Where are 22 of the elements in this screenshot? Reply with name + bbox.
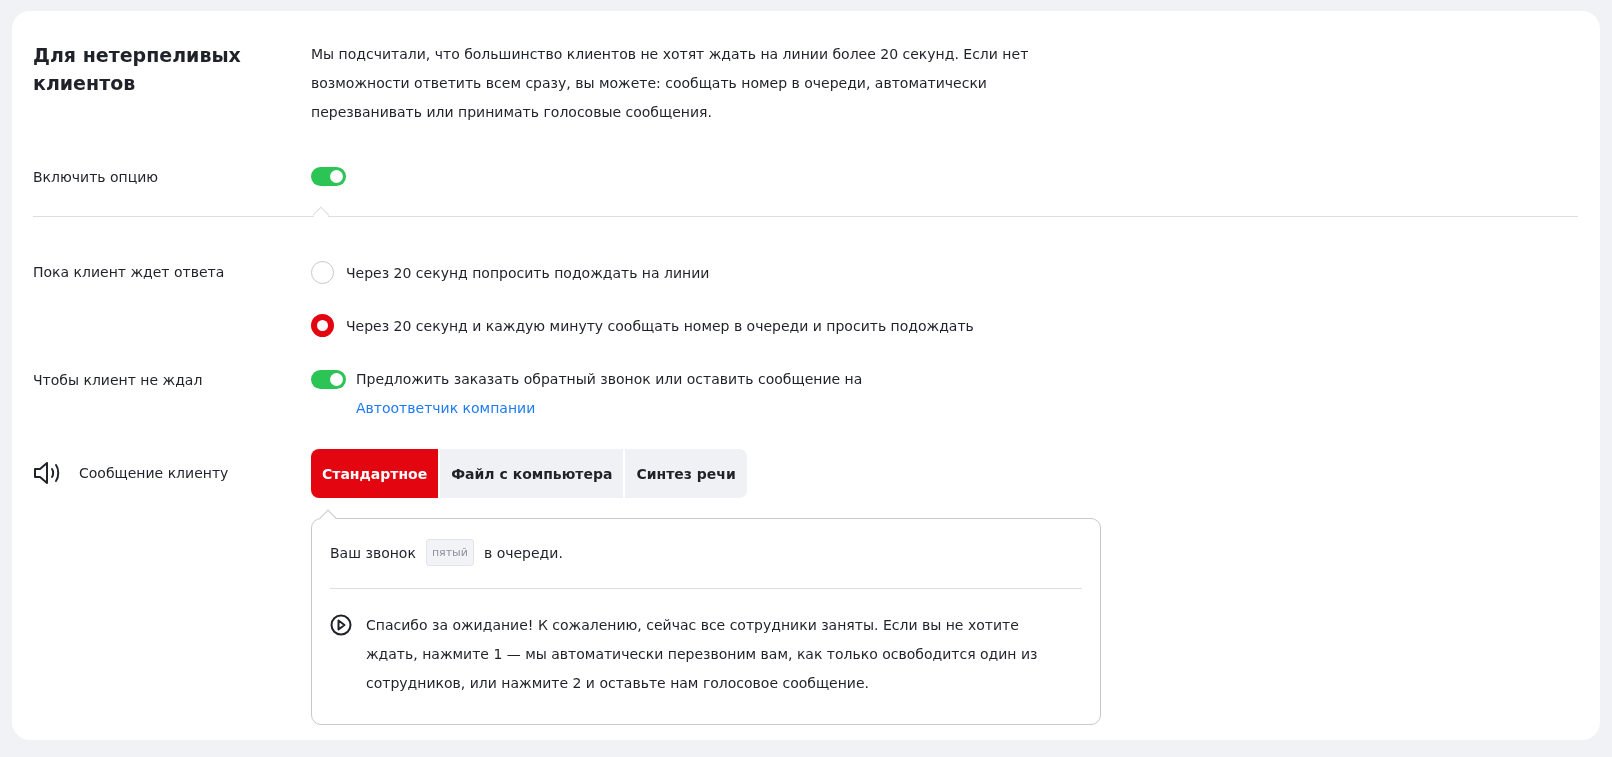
enable-toggle[interactable] bbox=[311, 167, 346, 186]
message-text: Спасибо за ожидание! К сожалению, сейчас все сотрудники заняты. Если вы не хотите ждать, нажмите 1 — мы автоматически перезвоним вам, как только освободится один из сотрудников, или нажмите 2 и оставьте нам голосовое сообщение. bbox=[366, 616, 1039, 693]
option-label: Пока клиент ждет ответа bbox=[33, 264, 226, 280]
answering-machine-link[interactable]: Автоответчик компании bbox=[356, 394, 536, 423]
queue-text: в очереди. bbox=[483, 544, 563, 561]
radio-label: Через 20 секунд попросить подождать на линии bbox=[346, 264, 710, 281]
message-tab[interactable]: Стандартное bbox=[311, 449, 439, 498]
option-label: Сообщение клиенту bbox=[79, 465, 229, 481]
message-tab[interactable]: Синтез речи bbox=[625, 449, 747, 498]
option-label: Чтобы клиент не ждал bbox=[33, 372, 204, 388]
radio-label: Через 20 секунд и каждую минуту сообщать номер в очереди и просить подождать bbox=[346, 317, 974, 334]
callback-toggle[interactable] bbox=[311, 370, 346, 389]
radio-button[interactable] bbox=[311, 314, 334, 337]
section-description: Мы подсчитали, что большинство клиентов не хотят ждать на линии более 20 секунд. Если нет возможности ответить всем сразу, вы можете: сообщать номер в очереди, автоматически перезванивать или принимать голосовые сообщения. bbox=[311, 45, 1030, 122]
section-title: Для нетерпеливых клиентов bbox=[33, 43, 242, 96]
callback-text: Предложить заказать обратный звонок или оставить сообщение на bbox=[356, 371, 863, 387]
queue-text: Ваш звонок bbox=[330, 544, 416, 561]
option-label: Включить опцию bbox=[33, 168, 160, 185]
play-icon[interactable] bbox=[330, 614, 352, 636]
radio-button[interactable] bbox=[311, 261, 334, 284]
message-tab[interactable]: Файл с компьютера bbox=[440, 449, 624, 498]
queue-position-tag: пятый bbox=[425, 539, 474, 566]
